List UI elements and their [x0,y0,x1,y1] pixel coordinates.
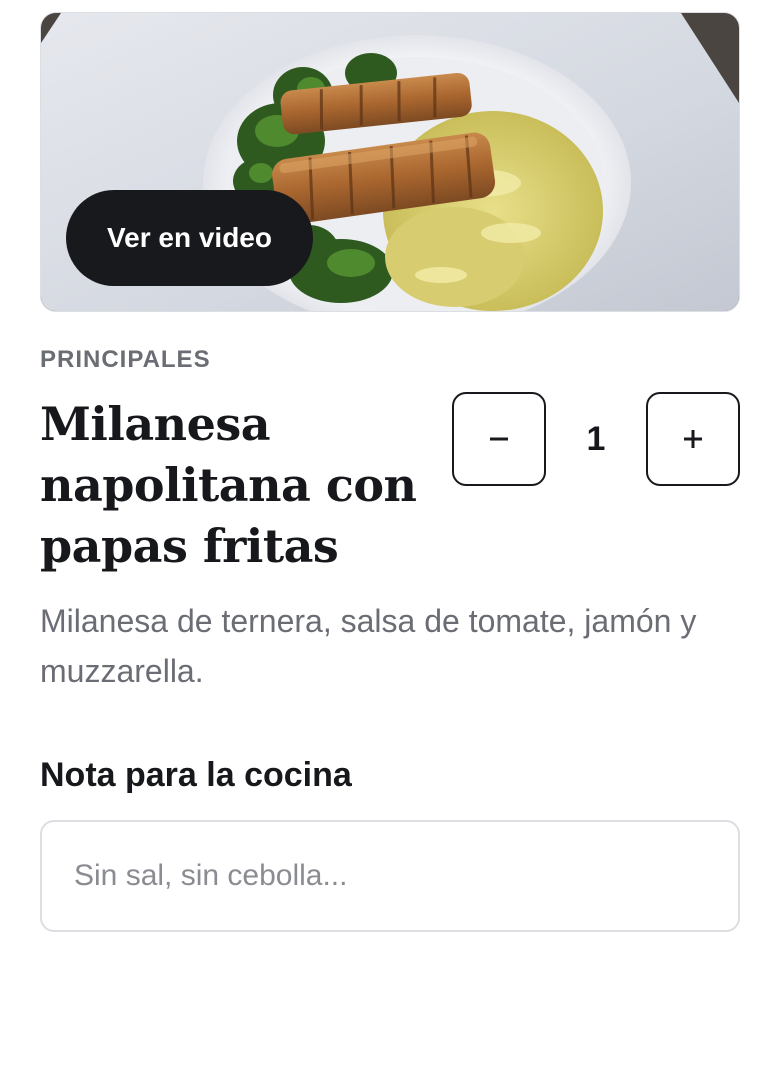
decrease-quantity-button[interactable] [452,392,546,486]
minus-icon [488,428,510,450]
quantity-value: 1 [586,419,606,458]
quantity-stepper: 1 [452,392,740,488]
kitchen-note-label: Nota para la cocina [40,756,352,794]
product-title: Milanesa napolitana con papas fritas [40,397,417,573]
kitchen-note-input[interactable] [40,820,740,932]
plus-icon [682,428,704,450]
product-description: Milanesa de ternera, salsa de tomate, ja… [40,603,697,689]
increase-quantity-button[interactable] [646,392,740,486]
watch-video-button[interactable]: Ver en video [66,190,313,286]
product-detail: Ver en video PRINCIPALES Milanesa napoli… [40,12,740,932]
product-photo: Ver en video [40,12,740,312]
category-label: PRINCIPALES [40,346,211,373]
